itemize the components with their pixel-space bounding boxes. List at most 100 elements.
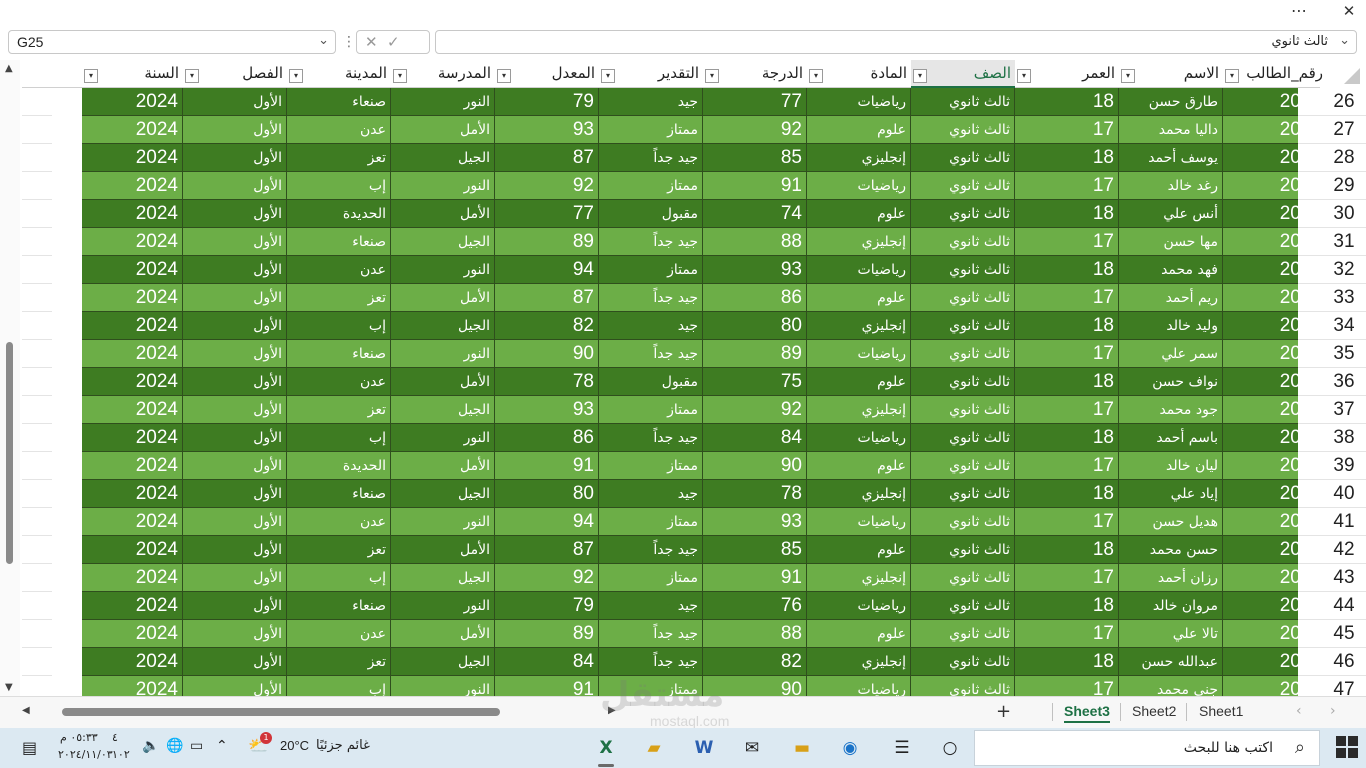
cell-average[interactable]: 91 bbox=[495, 676, 599, 696]
filter-dropdown-icon[interactable]: ▾ bbox=[913, 69, 927, 83]
cell-year[interactable]: 2024 bbox=[82, 312, 183, 340]
cell-name[interactable]: تالا علي bbox=[1119, 620, 1223, 648]
cell-subject[interactable]: رياضيات bbox=[807, 256, 911, 284]
cell-age[interactable]: 17 bbox=[1015, 396, 1119, 424]
cell-semester[interactable]: الأول bbox=[183, 648, 287, 676]
cell-name[interactable]: هديل حسن bbox=[1119, 508, 1223, 536]
file-app-icon[interactable]: ▰ bbox=[642, 736, 666, 760]
scroll-down-icon[interactable]: ▼ bbox=[5, 682, 13, 693]
notification-icon[interactable]: ▤ bbox=[22, 738, 37, 757]
cell-score[interactable]: 91 bbox=[703, 172, 807, 200]
cell-year[interactable]: 2024 bbox=[82, 172, 183, 200]
row-number[interactable]: 29 bbox=[1298, 172, 1366, 200]
cell-name[interactable]: حسن محمد bbox=[1119, 536, 1223, 564]
filter-dropdown-icon[interactable]: ▾ bbox=[809, 69, 823, 83]
cell-score[interactable]: 93 bbox=[703, 256, 807, 284]
cell-name[interactable]: عبدالله حسن bbox=[1119, 648, 1223, 676]
cell-year[interactable]: 2024 bbox=[82, 648, 183, 676]
cell-rating[interactable]: جيد جداً bbox=[599, 648, 703, 676]
cell-subject[interactable]: علوم bbox=[807, 452, 911, 480]
row-number[interactable]: 26 bbox=[1298, 88, 1366, 116]
cell-age[interactable]: 17 bbox=[1015, 228, 1119, 256]
cell-age[interactable]: 18 bbox=[1015, 424, 1119, 452]
cell-semester[interactable]: الأول bbox=[183, 144, 287, 172]
cell-grade[interactable]: ثالث ثانوي bbox=[911, 312, 1015, 340]
empty-cell[interactable] bbox=[22, 144, 52, 172]
cell-rating[interactable]: جيد bbox=[599, 88, 703, 116]
cell-rating[interactable]: ممتاز bbox=[599, 256, 703, 284]
cell-year[interactable]: 2024 bbox=[82, 452, 183, 480]
cell-subject[interactable]: رياضيات bbox=[807, 592, 911, 620]
empty-cell[interactable] bbox=[22, 480, 52, 508]
column-header-age[interactable]: العمر ▾ bbox=[1015, 60, 1119, 88]
empty-cell[interactable] bbox=[22, 228, 52, 256]
cell-average[interactable]: 92 bbox=[495, 564, 599, 592]
cell-rating[interactable]: ممتاز bbox=[599, 452, 703, 480]
cell-subject[interactable]: رياضيات bbox=[807, 676, 911, 696]
cell-average[interactable]: 87 bbox=[495, 536, 599, 564]
cell-name[interactable]: جود محمد bbox=[1119, 396, 1223, 424]
cell-semester[interactable]: الأول bbox=[183, 620, 287, 648]
cell-age[interactable]: 17 bbox=[1015, 620, 1119, 648]
cortana-icon[interactable]: ○ bbox=[938, 736, 962, 760]
cell-semester[interactable]: الأول bbox=[183, 536, 287, 564]
empty-cell[interactable] bbox=[22, 284, 52, 312]
row-number[interactable]: 35 bbox=[1298, 340, 1366, 368]
row-number[interactable]: 47 bbox=[1298, 676, 1366, 696]
empty-cell[interactable] bbox=[22, 424, 52, 452]
close-icon[interactable]: ✕ bbox=[1338, 1, 1360, 23]
chevron-down-icon[interactable]: ⌄ bbox=[318, 33, 329, 48]
row-number[interactable]: 27 bbox=[1298, 116, 1366, 144]
filter-dropdown-icon[interactable]: ▾ bbox=[84, 69, 98, 83]
empty-cell[interactable] bbox=[22, 340, 52, 368]
filter-dropdown-icon[interactable]: ▾ bbox=[497, 69, 511, 83]
column-header-name[interactable]: الاسم ▾ bbox=[1119, 60, 1223, 88]
cell-school[interactable]: الجيل bbox=[391, 396, 495, 424]
cell-name[interactable]: رزان أحمد bbox=[1119, 564, 1223, 592]
cell-grade[interactable]: ثالث ثانوي bbox=[911, 592, 1015, 620]
cell-score[interactable]: 86 bbox=[703, 284, 807, 312]
cell-school[interactable]: الأمل bbox=[391, 452, 495, 480]
cell-city[interactable]: تعز bbox=[287, 536, 391, 564]
cell-average[interactable]: 94 bbox=[495, 508, 599, 536]
cell-city[interactable]: صنعاء bbox=[287, 340, 391, 368]
cell-school[interactable]: الأمل bbox=[391, 116, 495, 144]
column-header-school[interactable]: المدرسة ▾ bbox=[391, 60, 495, 88]
column-header-average[interactable]: المعدل ▾ bbox=[495, 60, 599, 88]
cell-average[interactable]: 91 bbox=[495, 452, 599, 480]
cell-semester[interactable]: الأول bbox=[183, 564, 287, 592]
column-header-city[interactable]: المدينة ▾ bbox=[287, 60, 391, 88]
cell-age[interactable]: 17 bbox=[1015, 116, 1119, 144]
cell-rating[interactable]: جيد جداً bbox=[599, 424, 703, 452]
cell-semester[interactable]: الأول bbox=[183, 88, 287, 116]
cell-year[interactable]: 2024 bbox=[82, 564, 183, 592]
empty-cell[interactable] bbox=[22, 592, 52, 620]
cell-name[interactable]: مروان خالد bbox=[1119, 592, 1223, 620]
empty-cell[interactable] bbox=[22, 116, 52, 144]
cell-year[interactable]: 2024 bbox=[82, 368, 183, 396]
cell-grade[interactable]: ثالث ثانوي bbox=[911, 88, 1015, 116]
cell-rating[interactable]: ممتاز bbox=[599, 396, 703, 424]
cell-year[interactable]: 2024 bbox=[82, 228, 183, 256]
cell-age[interactable]: 18 bbox=[1015, 312, 1119, 340]
row-number[interactable]: 36 bbox=[1298, 368, 1366, 396]
cell-school[interactable]: النور bbox=[391, 424, 495, 452]
cell-rating[interactable]: مقبول bbox=[599, 368, 703, 396]
cell-city[interactable]: صنعاء bbox=[287, 480, 391, 508]
cell-age[interactable]: 18 bbox=[1015, 592, 1119, 620]
name-box[interactable]: G25 ⌄ bbox=[8, 30, 336, 54]
cell-grade[interactable]: ثالث ثانوي bbox=[911, 480, 1015, 508]
cell-semester[interactable]: الأول bbox=[183, 424, 287, 452]
cell-average[interactable]: 79 bbox=[495, 88, 599, 116]
cell-semester[interactable]: الأول bbox=[183, 396, 287, 424]
cell-rating[interactable]: جيد جداً bbox=[599, 228, 703, 256]
filter-dropdown-icon[interactable]: ▾ bbox=[185, 69, 199, 83]
cell-school[interactable]: الأمل bbox=[391, 536, 495, 564]
cell-year[interactable]: 2024 bbox=[82, 340, 183, 368]
filter-dropdown-icon[interactable]: ▾ bbox=[1017, 69, 1031, 83]
word-app-icon[interactable]: W bbox=[692, 736, 716, 760]
cell-grade[interactable]: ثالث ثانوي bbox=[911, 368, 1015, 396]
cell-average[interactable]: 90 bbox=[495, 340, 599, 368]
cell-name[interactable]: يوسف أحمد bbox=[1119, 144, 1223, 172]
cell-age[interactable]: 18 bbox=[1015, 88, 1119, 116]
